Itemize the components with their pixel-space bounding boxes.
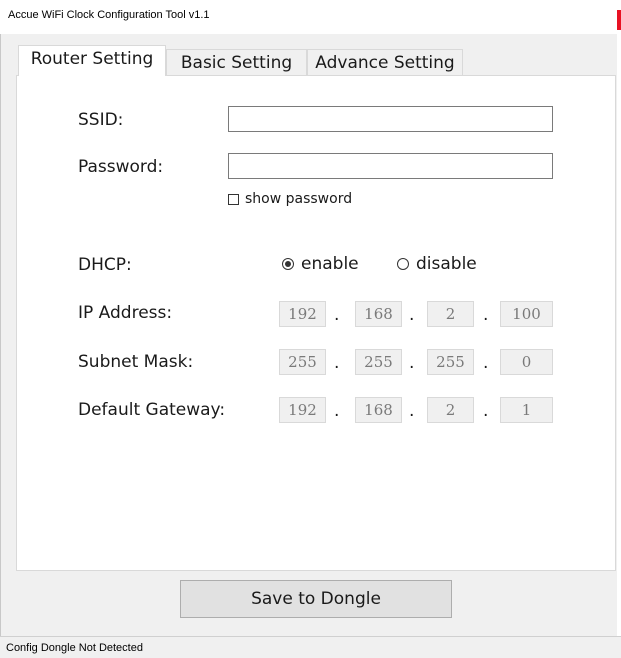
window-title: Accue WiFi Clock Configuration Tool v1.1	[8, 9, 210, 21]
ssid-label: SSID:	[78, 110, 124, 130]
gateway-octet-1: 192	[279, 397, 326, 423]
ip-octet-4: 100	[500, 301, 553, 327]
subnet-dot-1: .	[334, 353, 340, 373]
gateway-octet-4: 1	[500, 397, 553, 423]
show-password-checkbox[interactable]	[228, 194, 239, 205]
window-right-border	[617, 34, 621, 657]
gateway-octet-3: 2	[427, 397, 474, 423]
dhcp-enable-radio[interactable]	[282, 258, 294, 270]
save-to-dongle-button[interactable]: Save to Dongle	[180, 580, 452, 618]
gateway-octet-2: 168	[355, 397, 402, 423]
status-bar: Config Dongle Not Detected	[0, 636, 621, 658]
dhcp-enable-label: enable	[301, 254, 359, 274]
password-input[interactable]	[228, 153, 553, 179]
subnet-mask-label: Subnet Mask:	[78, 352, 194, 372]
ip-dot-2: .	[409, 305, 415, 325]
default-gateway-label: Default Gateway:	[78, 400, 226, 420]
ip-dot-3: .	[483, 305, 489, 325]
gateway-dot-2: .	[409, 401, 415, 421]
close-button[interactable]	[617, 10, 621, 30]
subnet-dot-2: .	[409, 353, 415, 373]
password-label: Password:	[78, 157, 164, 177]
subnet-octet-4: 0	[500, 349, 553, 375]
show-password-label: show password	[245, 191, 353, 207]
ssid-input[interactable]	[228, 106, 553, 132]
tab-basic-setting[interactable]: Basic Setting	[166, 49, 307, 76]
subnet-dot-3: .	[483, 353, 489, 373]
ip-dot-1: .	[334, 305, 340, 325]
gateway-dot-3: .	[483, 401, 489, 421]
status-text: Config Dongle Not Detected	[6, 642, 143, 654]
tab-advance-setting[interactable]: Advance Setting	[307, 49, 463, 76]
window-left-border	[0, 0, 1, 657]
subnet-octet-1: 255	[279, 349, 326, 375]
ip-address-label: IP Address:	[78, 303, 173, 323]
tab-router-setting[interactable]: Router Setting	[18, 45, 166, 76]
dhcp-disable-radio[interactable]	[397, 258, 409, 270]
gateway-dot-1: .	[334, 401, 340, 421]
ip-octet-1: 192	[279, 301, 326, 327]
title-bar: Accue WiFi Clock Configuration Tool v1.1	[0, 0, 621, 34]
subnet-octet-2: 255	[355, 349, 402, 375]
ip-octet-3: 2	[427, 301, 474, 327]
dhcp-label: DHCP:	[78, 255, 132, 275]
dhcp-disable-label: disable	[416, 254, 477, 274]
subnet-octet-3: 255	[427, 349, 474, 375]
ip-octet-2: 168	[355, 301, 402, 327]
